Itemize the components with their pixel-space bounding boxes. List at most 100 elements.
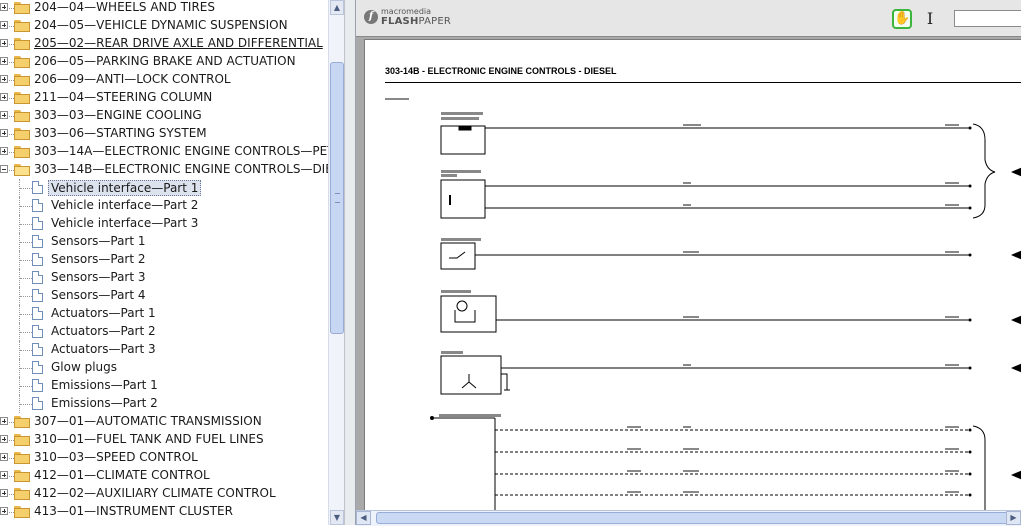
document-icon xyxy=(32,289,43,302)
wire-label xyxy=(683,426,691,428)
tree-folder-item[interactable]: 303—14B—ELECTRONIC ENGINE CONTROLS—DIES xyxy=(0,161,328,179)
tree-item-label: 205—02—REAR DRIVE AXLE AND DIFFERENTIAL xyxy=(34,36,323,50)
tree-folder-item[interactable]: 206—09—ANTI—LOCK CONTROL xyxy=(0,71,328,89)
tree-folder-item[interactable]: 303—06—STARTING SYSTEM xyxy=(0,125,328,143)
pane-splitter[interactable] xyxy=(344,0,356,525)
tree-folder-item[interactable]: 307—01—AUTOMATIC TRANSMISSION xyxy=(0,413,328,431)
tree-folder-item[interactable]: 205—02—REAR DRIVE AXLE AND DIFFERENTIAL xyxy=(0,35,328,53)
arrow-left-icon xyxy=(1011,363,1021,373)
connector-dot xyxy=(968,184,972,188)
component-box xyxy=(440,242,476,270)
tree-scrollbar[interactable]: ▲ ▼ xyxy=(328,0,345,525)
expand-icon[interactable] xyxy=(0,3,8,11)
tree-item-label: 310—03—SPEED CONTROL xyxy=(34,450,198,464)
diagram-ref-label xyxy=(385,98,409,100)
document-icon xyxy=(32,235,43,248)
expand-icon[interactable] xyxy=(0,435,8,443)
document-icon xyxy=(32,199,43,212)
viewer-horizontal-scrollbar[interactable]: ◀ ▶ xyxy=(356,510,1021,526)
expand-icon[interactable] xyxy=(0,57,8,65)
scroll-left-button[interactable]: ◀ xyxy=(356,511,371,525)
tree-document-item[interactable]: Sensors—Part 1 xyxy=(0,233,328,251)
tree-item-label: Sensors—Part 1 xyxy=(51,234,146,248)
tree-document-item[interactable]: Actuators—Part 1 xyxy=(0,305,328,323)
tree-document-item[interactable]: Sensors—Part 2 xyxy=(0,251,328,269)
wire-label xyxy=(683,124,701,126)
tree-item-label: 303—03—ENGINE COOLING xyxy=(34,108,202,122)
scroll-down-button[interactable]: ▼ xyxy=(330,510,344,525)
tree-document-item[interactable]: Glow plugs xyxy=(0,359,328,377)
document-icon xyxy=(32,361,43,374)
expand-icon[interactable] xyxy=(0,93,8,101)
tree-item-label: 303—14B—ELECTRONIC ENGINE CONTROLS—DIES xyxy=(34,162,328,176)
folder-icon xyxy=(14,38,30,50)
scroll-right-button[interactable]: ▶ xyxy=(1006,511,1021,525)
expand-icon[interactable] xyxy=(0,147,8,155)
tree-document-item[interactable]: Sensors—Part 4 xyxy=(0,287,328,305)
tree-document-item[interactable]: Actuators—Part 3 xyxy=(0,341,328,359)
arrow-left-icon xyxy=(1011,167,1021,177)
tree-connector xyxy=(20,242,32,243)
connector-dot xyxy=(968,206,972,210)
tree-item-label: 310—01—FUEL TANK AND FUEL LINES xyxy=(34,432,264,446)
search-input[interactable] xyxy=(954,10,1021,27)
tree-document-item[interactable]: Vehicle interface—Part 2 xyxy=(0,197,328,215)
tree-folder-item[interactable]: 310—03—SPEED CONTROL xyxy=(0,449,328,467)
document-icon xyxy=(32,181,43,194)
viewer-scroll-thumb[interactable] xyxy=(376,512,1016,524)
folder-icon xyxy=(14,74,30,86)
scroll-up-button[interactable]: ▲ xyxy=(330,0,344,15)
tree-folder-item[interactable]: 211—04—STEERING COLUMN xyxy=(0,89,328,107)
tree-folder-item[interactable]: 310—01—FUEL TANK AND FUEL LINES xyxy=(0,431,328,449)
logo-product-light: PAPER xyxy=(418,16,452,27)
tree-folder-item[interactable]: 204—04—WHEELS AND TIRES xyxy=(0,0,328,17)
expand-icon[interactable] xyxy=(0,75,8,83)
logo-product-bold: FLASH xyxy=(381,16,419,27)
hand-tool-button[interactable]: ✋ xyxy=(892,9,912,29)
tree-item-label: 211—04—STEERING COLUMN xyxy=(34,90,213,104)
tree-folder-item[interactable]: 412—02—AUXILIARY CLIMATE CONTROL xyxy=(0,485,328,503)
expand-icon[interactable] xyxy=(0,129,8,137)
pin-label xyxy=(627,448,641,450)
tree-document-item[interactable]: Emissions—Part 2 xyxy=(0,395,328,413)
tree-document-item[interactable]: Sensors—Part 3 xyxy=(0,269,328,287)
logo-brand-text: macromedia xyxy=(381,7,432,16)
tree-folder-item[interactable]: 204—05—VEHICLE DYNAMIC SUSPENSION xyxy=(0,17,328,35)
tree-folder-item[interactable]: 303—03—ENGINE COOLING xyxy=(0,107,328,125)
tree-document-item[interactable]: Actuators—Part 2 xyxy=(0,323,328,341)
tree-scroll-thumb[interactable] xyxy=(330,62,344,334)
wire-label xyxy=(683,251,699,253)
tree-item-label: 303—06—STARTING SYSTEM xyxy=(34,126,207,140)
tree-folder-item[interactable]: 303—14A—ELECTRONIC ENGINE CONTROLS—PETR xyxy=(0,143,328,161)
document-icon xyxy=(32,325,43,338)
document-tree[interactable]: 204—04—WHEELS AND TIRES 204—05—VEHICLE DY… xyxy=(0,0,328,525)
tree-connector xyxy=(20,260,32,261)
flashpaper-viewer: f macromedia FLASHPAPER ✋ I 303-14B - EL… xyxy=(356,0,1021,525)
expand-icon[interactable] xyxy=(0,471,8,479)
pin-label xyxy=(945,204,959,206)
tree-folder-item[interactable]: 206—05—PARKING BRAKE AND ACTUATION xyxy=(0,53,328,71)
logo-product-text: FLASHPAPER xyxy=(381,16,451,27)
tree-item-label: 412—02—AUXILIARY CLIMATE CONTROL xyxy=(34,486,276,500)
expand-icon[interactable] xyxy=(0,21,8,29)
expand-icon[interactable] xyxy=(0,417,8,425)
expand-icon[interactable] xyxy=(0,111,8,119)
tree-document-item[interactable]: Emissions—Part 1 xyxy=(0,377,328,395)
text-select-tool-button[interactable]: I xyxy=(924,9,936,29)
tree-folder-item[interactable]: 412—01—CLIMATE CONTROL xyxy=(0,467,328,485)
tree-item-label: Sensors—Part 3 xyxy=(51,270,146,284)
tree-document-item[interactable]: Vehicle interface—Part 3 xyxy=(0,215,328,233)
expand-icon[interactable] xyxy=(0,39,8,47)
expand-icon[interactable] xyxy=(0,489,8,497)
bracket xyxy=(972,123,996,219)
expand-icon[interactable] xyxy=(0,453,8,461)
folder-icon xyxy=(14,20,30,32)
macromedia-logo-icon: f xyxy=(364,10,378,24)
tree-folder-item[interactable]: 413—01—INSTRUMENT CLUSTER xyxy=(0,503,328,521)
component-label xyxy=(441,238,481,241)
collapse-icon[interactable] xyxy=(0,165,8,173)
expand-icon[interactable] xyxy=(0,507,8,515)
tree-document-item[interactable]: Vehicle interface—Part 1 xyxy=(0,179,328,197)
pin-label xyxy=(945,316,959,318)
wire-label xyxy=(683,182,691,184)
